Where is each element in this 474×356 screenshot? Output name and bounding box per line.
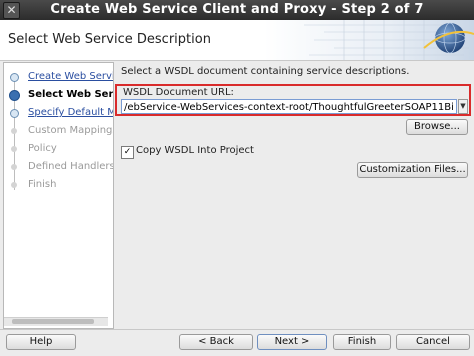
step-select-web-service-description[interactable]: Select Web Service D <box>4 87 113 105</box>
customization-files-button[interactable]: Customization Files... <box>357 162 468 178</box>
window-title: Create Web Service Client and Proxy - St… <box>50 2 424 17</box>
browse-button[interactable]: Browse... <box>406 119 468 135</box>
page-title: Select Web Service Description <box>8 32 211 47</box>
sidebar-horizontal-scrollbar[interactable] <box>4 317 108 326</box>
wizard-header: Select Web Service Description <box>0 20 474 61</box>
step-current-icon <box>9 90 20 101</box>
help-button[interactable]: Help <box>6 334 76 350</box>
cancel-button[interactable]: Cancel <box>396 334 470 350</box>
step-create-web-service-client[interactable]: Create Web Service Cl <box>4 69 113 87</box>
step-pending-icon <box>11 164 17 170</box>
step-label: Custom Mappings <box>28 125 114 136</box>
step-label[interactable]: Select Web Service D <box>28 89 113 100</box>
step-policy: Policy <box>4 141 113 159</box>
step-finish: Finish <box>4 177 113 195</box>
step-pending-icon <box>11 146 17 152</box>
step-label: Defined Handlers <box>28 161 114 172</box>
finish-button[interactable]: Finish <box>333 334 391 350</box>
copy-wsdl-label[interactable]: Copy WSDL Into Project <box>136 145 254 156</box>
step-label: Policy <box>28 143 57 154</box>
copy-wsdl-checkbox[interactable]: ✓ <box>121 146 134 159</box>
step-done-icon <box>10 73 19 82</box>
step-label: Finish <box>28 179 57 190</box>
back-button[interactable]: < Back <box>179 334 253 350</box>
main-panel: Select a WSDL document containing servic… <box>113 62 474 327</box>
globe-graphic-icon <box>264 20 474 60</box>
instruction-text: Select a WSDL document containing servic… <box>121 66 410 77</box>
step-label[interactable]: Create Web Service Cl <box>28 71 113 82</box>
next-button[interactable]: Next > <box>257 334 327 350</box>
step-custom-mappings: Custom Mappings <box>4 123 113 141</box>
step-pending-icon <box>11 128 17 134</box>
dropdown-arrow-icon[interactable]: ▼ <box>458 99 468 114</box>
step-pending-icon <box>11 182 17 188</box>
scrollbar-thumb[interactable] <box>12 319 94 324</box>
step-done-icon <box>10 109 19 118</box>
wsdl-url-label: WSDL Document URL: <box>123 87 234 98</box>
step-defined-handlers: Defined Handlers <box>4 159 113 177</box>
wsdl-url-combobox[interactable] <box>121 99 457 114</box>
wizard-steps-panel: Create Web Service Cl Select Web Service… <box>3 62 114 329</box>
step-specify-default-mapping[interactable]: Specify Default Mapp <box>4 105 113 123</box>
step-label[interactable]: Specify Default Mapp <box>28 107 113 118</box>
footer-divider <box>0 329 474 330</box>
wsdl-url-highlight: WSDL Document URL: ▼ <box>115 84 471 116</box>
title-bar: ✕ Create Web Service Client and Proxy - … <box>0 0 474 20</box>
wsdl-url-input[interactable] <box>122 101 456 113</box>
